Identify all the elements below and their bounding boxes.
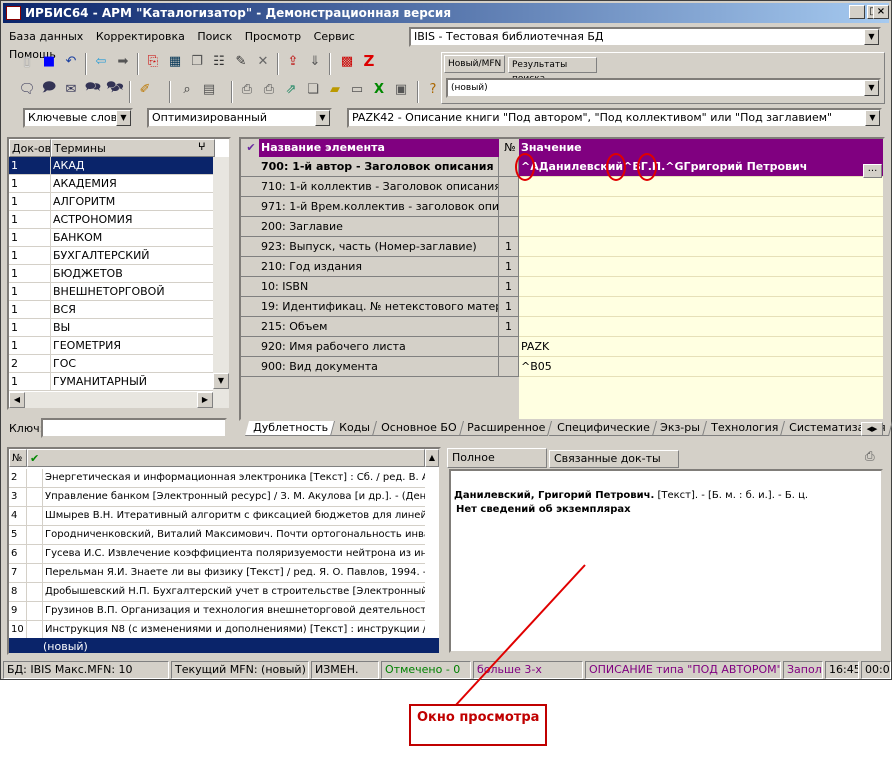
callout-box: Окно просмотра [409, 704, 547, 746]
callout-arrow [454, 564, 586, 707]
